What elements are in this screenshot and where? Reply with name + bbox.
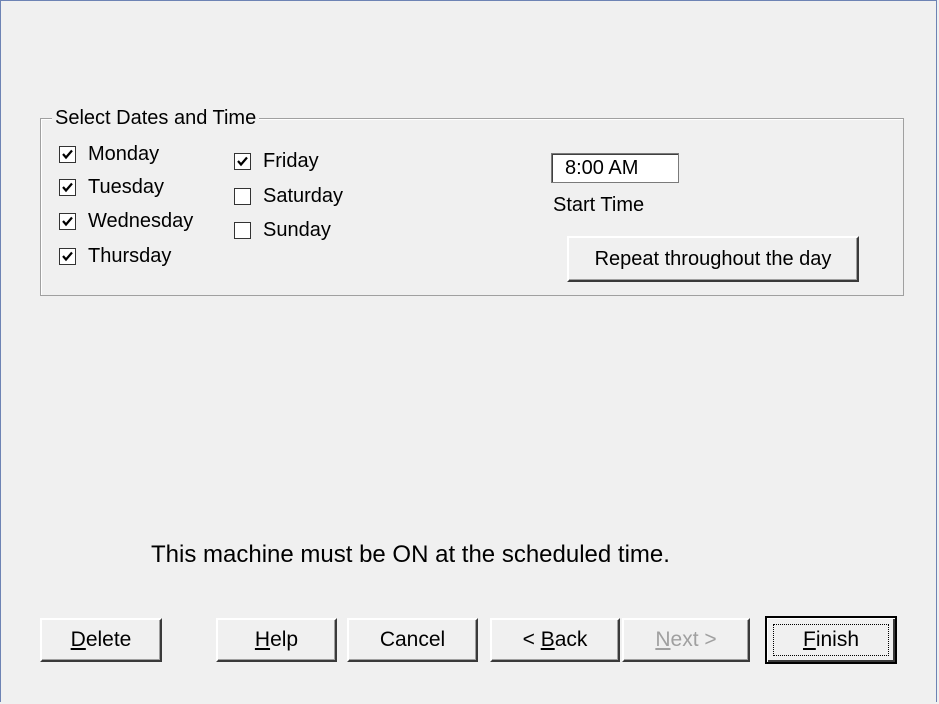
checkmark-icon bbox=[62, 251, 73, 261]
checkbox-tuesday[interactable]: Tuesday bbox=[59, 174, 164, 200]
checkbox-thursday-label: Thursday bbox=[88, 245, 172, 267]
help-button-hotkey: H bbox=[254, 628, 271, 651]
next-button-hotkey: N bbox=[655, 628, 671, 651]
start-time-input[interactable]: 8:00 AM bbox=[551, 153, 679, 183]
checkbox-friday-box[interactable] bbox=[234, 152, 251, 170]
start-time-label: Start Time bbox=[553, 194, 645, 216]
checkbox-wednesday[interactable]: Wednesday bbox=[59, 208, 193, 234]
checkbox-saturday-label: Saturday bbox=[263, 185, 344, 207]
checkmark-icon bbox=[62, 149, 73, 159]
next-button-label-post: ext > bbox=[670, 628, 717, 651]
back-button[interactable]: < Back bbox=[490, 618, 620, 662]
checkbox-friday-label: Friday bbox=[263, 150, 319, 172]
notice-text: This machine must be ON at the scheduled… bbox=[151, 541, 670, 568]
wizard-window bbox=[0, 0, 937, 702]
delete-button[interactable]: Delete bbox=[40, 618, 162, 662]
help-button-label-post: elp bbox=[270, 628, 299, 651]
back-button-hotkey: B bbox=[540, 628, 555, 651]
checkbox-sunday-box[interactable] bbox=[234, 221, 251, 239]
back-button-label-post: ack bbox=[554, 628, 588, 651]
checkmark-icon bbox=[62, 182, 73, 192]
help-button[interactable]: Help bbox=[216, 618, 337, 662]
repeat-throughout-day-button[interactable]: Repeat throughout the day bbox=[567, 236, 859, 282]
checkmark-icon bbox=[237, 156, 248, 166]
checkbox-thursday-box[interactable] bbox=[59, 247, 76, 265]
checkbox-sunday[interactable]: Sunday bbox=[234, 217, 331, 243]
checkbox-wednesday-box[interactable] bbox=[59, 212, 76, 230]
delete-button-label-post: elete bbox=[85, 628, 132, 651]
checkbox-saturday-box[interactable] bbox=[234, 187, 251, 205]
checkbox-monday[interactable]: Monday bbox=[59, 141, 159, 167]
checkbox-monday-box[interactable] bbox=[59, 145, 76, 163]
focus-ring bbox=[773, 624, 889, 656]
checkbox-tuesday-box[interactable] bbox=[59, 178, 76, 196]
checkbox-monday-label: Monday bbox=[88, 143, 160, 165]
checkbox-thursday[interactable]: Thursday bbox=[59, 243, 171, 269]
groupbox-title: Select Dates and Time bbox=[52, 107, 260, 129]
checkbox-friday[interactable]: Friday bbox=[234, 148, 319, 174]
next-button[interactable]: Next > bbox=[622, 618, 750, 662]
finish-button[interactable]: Finish bbox=[765, 616, 897, 664]
checkbox-saturday[interactable]: Saturday bbox=[234, 183, 343, 209]
cancel-button[interactable]: Cancel bbox=[347, 618, 478, 662]
delete-button-hotkey: D bbox=[70, 628, 86, 651]
checkbox-sunday-label: Sunday bbox=[263, 219, 331, 241]
back-button-label-pre: < bbox=[522, 628, 541, 651]
checkbox-wednesday-label: Wednesday bbox=[88, 210, 194, 232]
checkbox-tuesday-label: Tuesday bbox=[88, 176, 164, 198]
checkmark-icon bbox=[62, 216, 73, 226]
